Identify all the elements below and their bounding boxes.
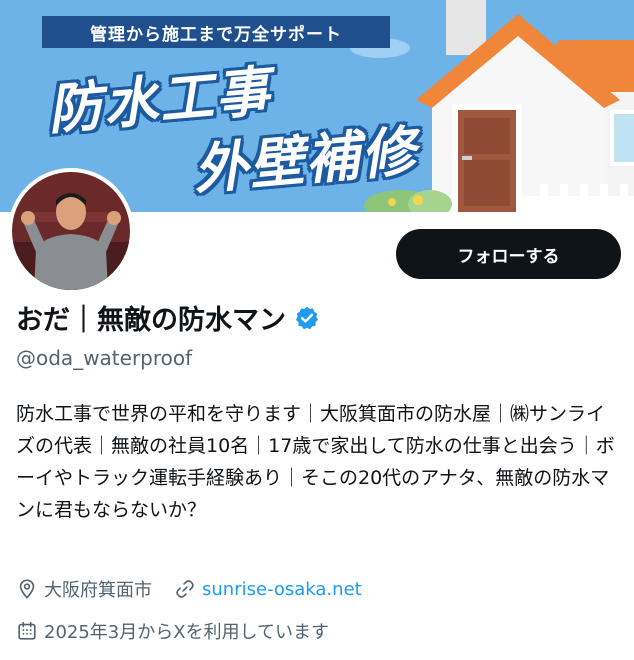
name-row: おだ｜無敵の防水マン [16,298,320,337]
location-pin-icon [19,579,35,599]
display-name: おだ｜無敵の防水マン [16,305,286,336]
link-icon [176,580,194,598]
calendar-icon [18,621,36,640]
follow-button[interactable]: フォローする [396,229,621,279]
banner-tagline: 管理から施工まで万全サポート [42,16,390,48]
joined-row: 2025年3月からXを利用しています [16,618,351,644]
location-item: 大阪府箕面市 [16,576,152,602]
avatar[interactable] [8,168,134,294]
joined-item: 2025年3月からXを利用しています [16,618,329,644]
profile-bio: 防水工事で世界の平和を守ります｜大阪箕面市の防水屋｜㈱サンライズの代表｜無敵の社… [16,403,615,521]
location-text: 大阪府箕面市 [44,580,152,601]
joined-text: 2025年3月からXを利用しています [44,622,330,643]
avatar-photo [12,172,130,290]
website-item[interactable]: sunrise-osaka.net [174,578,362,600]
website-link[interactable]: sunrise-osaka.net [202,579,362,600]
verified-badge-icon[interactable] [294,305,320,331]
profile-meta-row: 大阪府箕面市 sunrise-osaka.net [16,576,384,602]
user-handle: @oda_waterproof [16,346,193,370]
